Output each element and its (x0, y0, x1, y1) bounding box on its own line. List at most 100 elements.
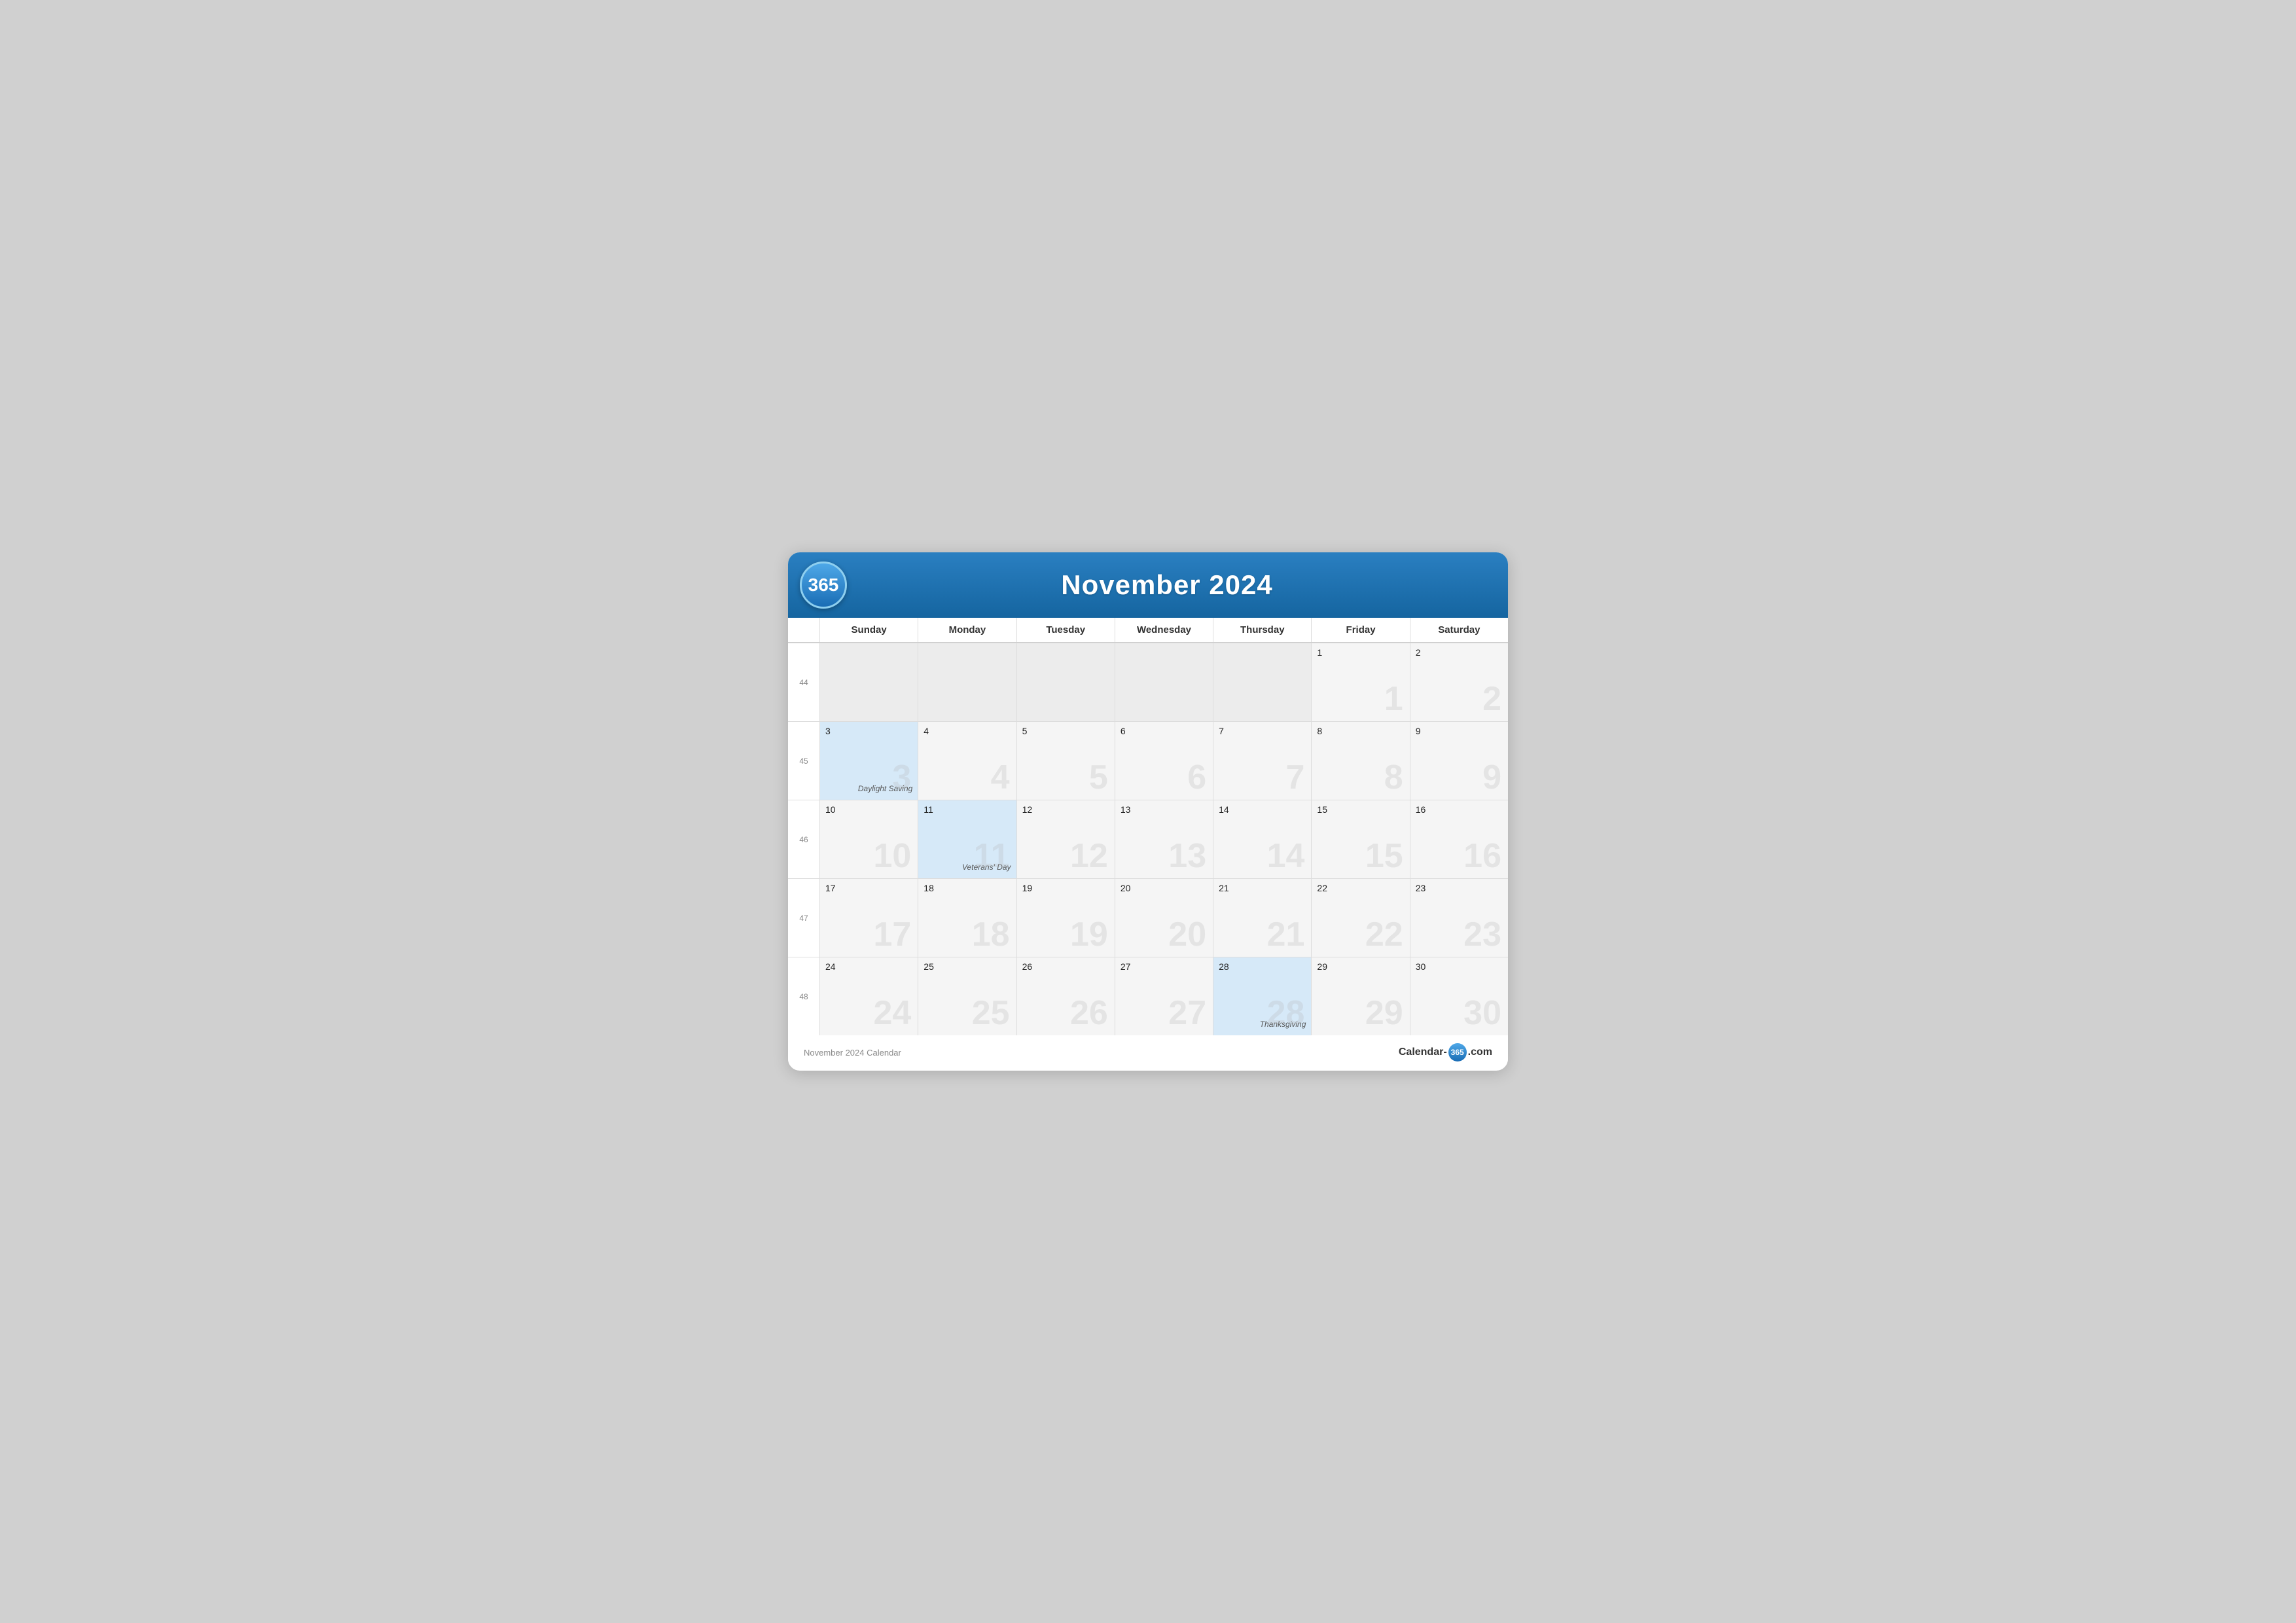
week-number-47: 47 (788, 878, 819, 957)
calendar-cell-20: 2020 (1115, 878, 1213, 957)
brand-365-circle: 365 (1448, 1043, 1467, 1061)
cell-watermark: 10 (873, 839, 911, 873)
cell-watermark: 5 (1089, 760, 1108, 794)
brand-prefix: Calendar- (1399, 1046, 1447, 1058)
calendar-container: 365 November 2024 SundayMondayTuesdayWed… (788, 552, 1508, 1071)
cell-watermark: 20 (1168, 918, 1206, 952)
calendar-cell-5: 55 (1016, 721, 1115, 800)
calendar-cell-30: 3030 (1410, 957, 1508, 1035)
day-header-saturday: Saturday (1410, 618, 1508, 642)
calendar-cell-29: 2929 (1311, 957, 1409, 1035)
calendar-cell-10: 10 10 (819, 800, 918, 878)
calendar-cell-13: 13 13 (1115, 800, 1213, 878)
cell-day-number: 27 (1121, 961, 1208, 972)
cell-day-number: 20 (1121, 883, 1208, 893)
cell-day-number: 7 (1219, 726, 1306, 736)
logo-text: 365 (808, 575, 839, 596)
calendar-cell-3: 33Daylight Saving (819, 721, 918, 800)
cell-day-number: 10 (825, 804, 912, 815)
holiday-label: Thanksgiving (1219, 1020, 1306, 1031)
cell-watermark: 27 (1168, 996, 1206, 1030)
cell-day-number: 4 (924, 726, 1011, 736)
calendar-cell-19: 1919 (1016, 878, 1115, 957)
calendar-cell-9: 99 (1410, 721, 1508, 800)
calendar-cell-23: 23 23 (1410, 878, 1508, 957)
calendar-cell-1: 11 (1311, 643, 1409, 721)
calendar-cell-empty-0-1 (918, 643, 1016, 721)
calendar-cell-22: 2222 (1311, 878, 1409, 957)
cell-watermark: 24 (873, 996, 911, 1030)
cell-watermark: 8 (1384, 760, 1403, 794)
cell-day-number: 23 (1416, 883, 1503, 893)
calendar-cell-empty-0-0 (819, 643, 918, 721)
cell-day-number: 15 (1317, 804, 1404, 815)
cell-day-number: 26 (1022, 961, 1109, 972)
calendar-cell-26: 26 26 (1016, 957, 1115, 1035)
cell-watermark: 15 (1365, 839, 1403, 873)
calendar-cell-27: 27 27 (1115, 957, 1213, 1035)
cell-day-number: 19 (1022, 883, 1109, 893)
week-number-45: 45 (788, 721, 819, 800)
cell-day-number: 14 (1219, 804, 1306, 815)
cell-day-number: 28 (1219, 961, 1306, 972)
week-number-48: 48 (788, 957, 819, 1035)
day-header-thursday: Thursday (1213, 618, 1311, 642)
day-header-tuesday: Tuesday (1016, 618, 1115, 642)
cell-day-number: 24 (825, 961, 912, 972)
calendar-cell-12: 12 12 (1016, 800, 1115, 878)
calendar-cell-empty-0-3 (1115, 643, 1213, 721)
cell-watermark: 16 (1463, 839, 1501, 873)
cell-watermark: 2 (1482, 682, 1501, 716)
holiday-label: Veterans' Day (924, 863, 1011, 874)
cell-day-number: 29 (1317, 961, 1404, 972)
footer-left-text: November 2024 Calendar (804, 1048, 901, 1058)
cell-day-number: 30 (1416, 961, 1503, 972)
cell-watermark: 21 (1267, 918, 1305, 952)
calendar-cell-28: 2828Thanksgiving (1213, 957, 1311, 1035)
cell-day-number: 6 (1121, 726, 1208, 736)
cell-watermark: 12 (1070, 839, 1108, 873)
cell-watermark: 26 (1070, 996, 1108, 1030)
day-header-monday: Monday (918, 618, 1016, 642)
cell-watermark: 13 (1168, 839, 1206, 873)
calendar-cell-15: 1515 (1311, 800, 1409, 878)
cell-watermark: 1 (1384, 682, 1403, 716)
cell-day-number: 13 (1121, 804, 1208, 815)
cell-day-number: 9 (1416, 726, 1503, 736)
calendar-cell-14: 1414 (1213, 800, 1311, 878)
calendar-cell-16: 1616 (1410, 800, 1508, 878)
brand-suffix: .com (1468, 1046, 1492, 1058)
cell-day-number: 12 (1022, 804, 1109, 815)
calendar-cell-8: 88 (1311, 721, 1409, 800)
cell-watermark: 23 (1463, 918, 1501, 952)
cell-day-number: 16 (1416, 804, 1503, 815)
cell-watermark: 25 (972, 996, 1010, 1030)
cell-day-number: 25 (924, 961, 1011, 972)
cell-watermark: 22 (1365, 918, 1403, 952)
cell-watermark: 9 (1482, 760, 1501, 794)
calendar-footer: November 2024 Calendar Calendar- 365 .co… (788, 1035, 1508, 1065)
cell-day-number: 21 (1219, 883, 1306, 893)
calendar-cell-18: 1818 (918, 878, 1016, 957)
cell-day-number: 2 (1416, 647, 1503, 658)
calendar-cell-17: 1717 (819, 878, 918, 957)
calendar-cell-empty-0-2 (1016, 643, 1115, 721)
calendar-cell-2: 22 (1410, 643, 1508, 721)
week-num-header-spacer (788, 618, 819, 642)
day-header-wednesday: Wednesday (1115, 618, 1213, 642)
calendar-cell-7: 77 (1213, 721, 1311, 800)
cell-day-number: 8 (1317, 726, 1404, 736)
footer-brand: Calendar- 365 .com (1399, 1043, 1492, 1061)
calendar-cell-4: 44 (918, 721, 1016, 800)
week-number-46: 46 (788, 800, 819, 878)
cell-watermark: 19 (1070, 918, 1108, 952)
calendar-cell-21: 21 21 (1213, 878, 1311, 957)
cell-watermark: 6 (1187, 760, 1206, 794)
logo-circle: 365 (800, 562, 847, 609)
calendar-cell-6: 66 (1115, 721, 1213, 800)
calendar-title: November 2024 (847, 569, 1487, 601)
week-number-44: 44 (788, 643, 819, 721)
day-headers-row: SundayMondayTuesdayWednesdayThursdayFrid… (788, 618, 1508, 643)
cell-day-number: 1 (1317, 647, 1404, 658)
holiday-label: Daylight Saving (825, 784, 912, 796)
